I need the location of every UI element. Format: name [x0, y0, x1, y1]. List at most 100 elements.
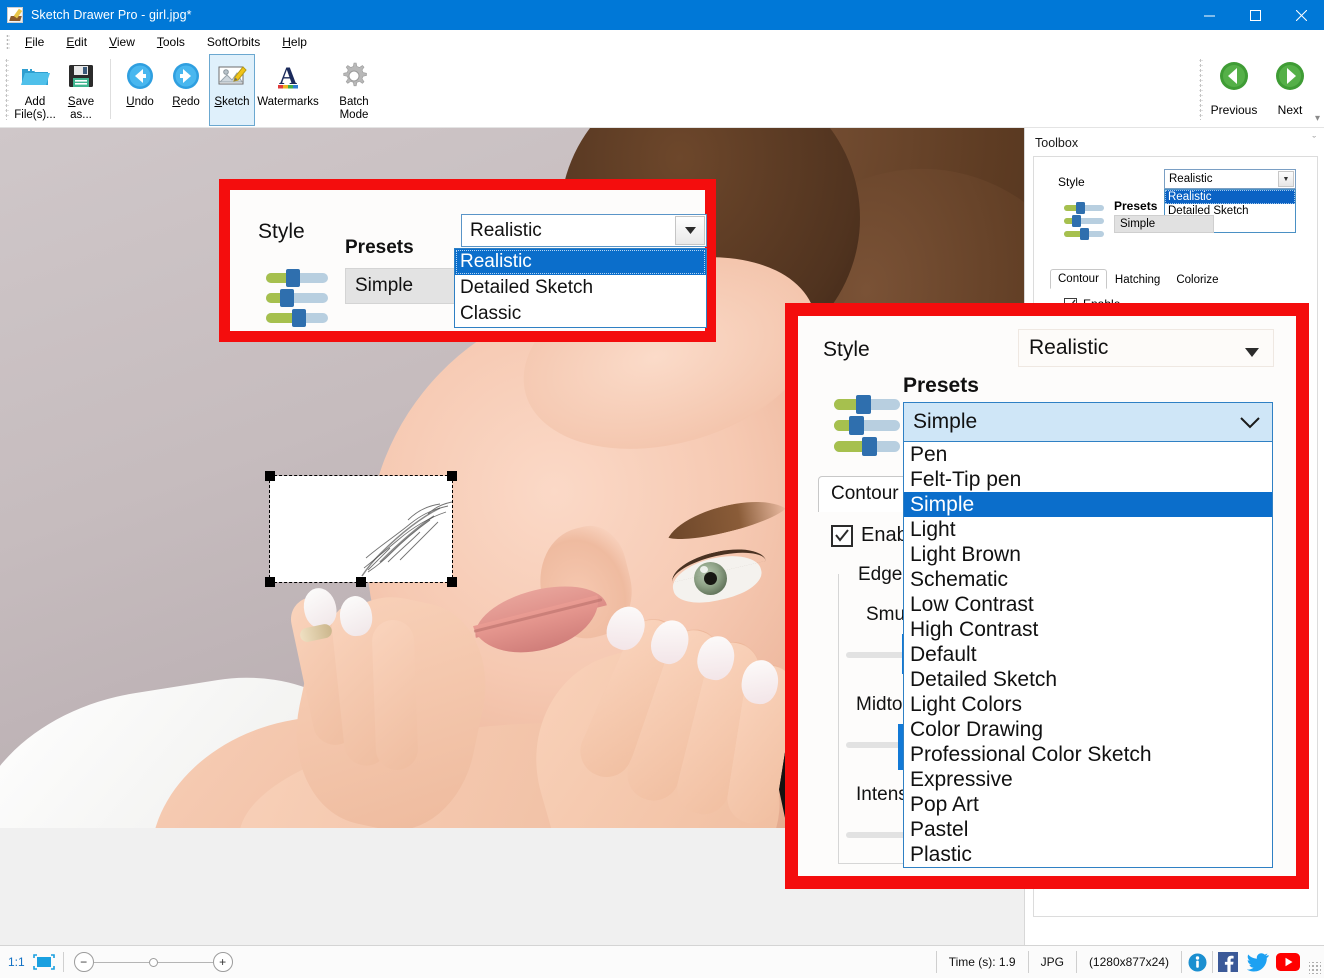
- preset-option-light[interactable]: Light: [904, 517, 1272, 542]
- preset-option-schematic[interactable]: Schematic: [904, 567, 1272, 592]
- menu-item-edit[interactable]: Edit: [55, 32, 98, 52]
- preset-option-plastic[interactable]: Plastic: [904, 842, 1272, 867]
- preset-option-detailed-sketch[interactable]: Detailed Sketch: [904, 667, 1272, 692]
- callout2-style-combobox[interactable]: Realistic: [1018, 329, 1274, 367]
- sketch-button[interactable]: Sketch: [209, 54, 255, 126]
- callout-presets-combobox[interactable]: Simple: [345, 268, 459, 304]
- preset-option-default[interactable]: Default: [904, 642, 1272, 667]
- sketch-picture-pencil-icon: [216, 58, 248, 94]
- preset-option-pen[interactable]: Pen: [904, 442, 1272, 467]
- toolbox-style-combobox[interactable]: Realistic ▼: [1164, 169, 1296, 189]
- enable-label: Enab: [861, 524, 908, 547]
- facebook-icon[interactable]: [1215, 951, 1241, 973]
- preset-option-felt-tip-pen[interactable]: Felt-Tip pen: [904, 467, 1272, 492]
- callout-style-option-classic[interactable]: Classic: [455, 301, 706, 327]
- zoom-out-button[interactable]: −: [74, 952, 94, 972]
- selection-handle[interactable]: [447, 471, 457, 481]
- toolbox-style-value: Realistic: [1165, 173, 1212, 185]
- preset-option-simple[interactable]: Simple: [904, 492, 1272, 517]
- preset-option-high-contrast[interactable]: High Contrast: [904, 617, 1272, 642]
- toolbox-presets-combobox[interactable]: Simple: [1114, 215, 1214, 233]
- image-dimensions-label: (1280x877x24): [1077, 951, 1181, 973]
- callout-style-label: Style: [258, 220, 305, 244]
- nav-group-grip[interactable]: [1199, 58, 1203, 120]
- fit-to-screen-icon[interactable]: [33, 954, 55, 970]
- batch-mode-button[interactable]: BatchMode: [321, 54, 387, 126]
- previous-button[interactable]: Previous: [1206, 54, 1262, 126]
- zoom-slider-track-right[interactable]: [158, 962, 213, 963]
- chevron-down-icon[interactable]: ▼: [1278, 171, 1294, 187]
- tab-hatching[interactable]: Hatching: [1107, 270, 1168, 289]
- chevron-down-icon[interactable]: ˇ: [1312, 135, 1316, 147]
- tab-contour[interactable]: Contour: [1050, 269, 1107, 289]
- info-icon[interactable]: [1184, 951, 1210, 973]
- zoom-slider-thumb[interactable]: [149, 958, 158, 967]
- zoom-slider-track-left[interactable]: [94, 962, 149, 963]
- status-separator: [1181, 951, 1182, 973]
- toolbox-style-option-realistic[interactable]: Realistic: [1165, 190, 1295, 204]
- undo-button[interactable]: Undo: [117, 54, 163, 126]
- menu-item-view[interactable]: View: [98, 32, 146, 52]
- gear-icon: [339, 58, 369, 94]
- nav-group-expand-glyph[interactable]: ▾: [1315, 113, 1320, 124]
- selection-handle[interactable]: [356, 577, 366, 587]
- app-icon: [7, 7, 23, 23]
- resize-grip[interactable]: [1309, 962, 1321, 974]
- redo-button[interactable]: Redo: [163, 54, 209, 126]
- status-separator: [1212, 951, 1213, 973]
- preset-option-light-brown[interactable]: Light Brown: [904, 542, 1272, 567]
- callout-style-dropdown: Style Realistic Presets Simple Realistic: [219, 179, 716, 342]
- sketch-scribble-preview: [270, 476, 452, 582]
- preset-option-pop-art[interactable]: Pop Art: [904, 792, 1272, 817]
- twitter-icon[interactable]: [1245, 951, 1271, 973]
- selection-handle[interactable]: [265, 577, 275, 587]
- youtube-icon[interactable]: [1275, 951, 1301, 973]
- callout-style-option-realistic[interactable]: Realistic: [455, 249, 706, 275]
- zoom-in-button[interactable]: +: [213, 952, 233, 972]
- save-as-button[interactable]: Saveas...: [58, 54, 104, 126]
- tab-colorize[interactable]: Colorize: [1168, 270, 1226, 289]
- toolbox-presets-value: Simple: [1115, 218, 1155, 230]
- chevron-down-icon[interactable]: [1240, 416, 1260, 434]
- preset-option-color-drawing[interactable]: Color Drawing: [904, 717, 1272, 742]
- sliders-icon: [263, 268, 333, 328]
- chevron-down-icon[interactable]: [1245, 344, 1259, 362]
- toolbar-nav-group: Previous Next ▾: [1194, 54, 1324, 126]
- callout2-tab-contour[interactable]: Contour: [818, 476, 912, 512]
- zoom-slider[interactable]: − +: [74, 952, 233, 972]
- sketch-preview-selection[interactable]: [270, 476, 452, 582]
- callout2-presets-combobox[interactable]: Simple: [903, 402, 1273, 442]
- enable-checkbox[interactable]: [831, 525, 853, 547]
- selection-handle[interactable]: [447, 577, 457, 587]
- selection-handle[interactable]: [265, 471, 275, 481]
- preset-option-pastel[interactable]: Pastel: [904, 817, 1272, 842]
- menu-drag-grip[interactable]: [6, 34, 10, 50]
- callout-style-combobox[interactable]: Realistic: [461, 214, 707, 247]
- maximize-button[interactable]: [1232, 0, 1278, 30]
- callout2-midtones-label: Midtor: [856, 694, 909, 716]
- callout2-presets-dropdown-list[interactable]: Pen Felt-Tip pen Simple Light Light Brow…: [903, 442, 1273, 868]
- callout2-enable-row[interactable]: Enab: [831, 524, 908, 547]
- menu-item-help[interactable]: Help: [271, 32, 318, 52]
- preset-option-light-colors[interactable]: Light Colors: [904, 692, 1272, 717]
- chevron-down-icon[interactable]: [675, 216, 705, 245]
- callout-presets-label: Presets: [345, 237, 414, 259]
- menu-item-file[interactable]: FFileile: [14, 32, 55, 52]
- toolbar-drag-grip[interactable]: [5, 58, 9, 120]
- next-button[interactable]: Next: [1262, 54, 1318, 126]
- close-button[interactable]: [1278, 0, 1324, 30]
- preset-option-low-contrast[interactable]: Low Contrast: [904, 592, 1272, 617]
- zoom-ratio-label: 1:1: [8, 955, 25, 969]
- callout-style-value: Realistic: [462, 220, 542, 242]
- add-files-button[interactable]: AddFile(s)...: [12, 54, 58, 126]
- menu-item-tools[interactable]: Tools: [146, 32, 196, 52]
- minimize-button[interactable]: [1186, 0, 1232, 30]
- callout-style-dropdown-list[interactable]: Realistic Detailed Sketch Classic: [454, 248, 707, 328]
- preset-option-professional-color-sketch[interactable]: Professional Color Sketch: [904, 742, 1272, 767]
- menu-item-softorbits[interactable]: SoftOrbits: [196, 32, 271, 52]
- callout2-style-value: Realistic: [1019, 336, 1108, 360]
- watermarks-button[interactable]: A Watermarks: [255, 54, 321, 126]
- preset-option-expressive[interactable]: Expressive: [904, 767, 1272, 792]
- toolbox-title: Toolbox: [1035, 136, 1078, 150]
- callout-style-option-detailed-sketch[interactable]: Detailed Sketch: [455, 275, 706, 301]
